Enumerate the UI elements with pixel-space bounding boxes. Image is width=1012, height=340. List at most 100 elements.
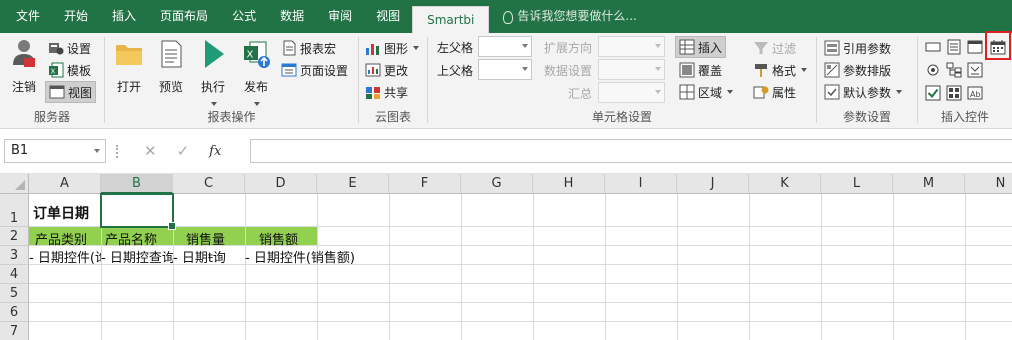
tab-formulas[interactable]: 公式 — [220, 0, 268, 33]
format-dropdown-icon[interactable] — [801, 68, 808, 72]
column-header-g[interactable]: G — [461, 174, 533, 194]
tab-insert[interactable]: 插入 — [100, 0, 148, 33]
column-header-h[interactable]: H — [533, 174, 605, 194]
row-header-5[interactable]: 5 — [0, 284, 29, 303]
column-header-k[interactable]: K — [749, 174, 821, 194]
column-header-e[interactable]: E — [317, 174, 389, 194]
cell-c2[interactable]: 销售量 — [186, 229, 225, 248]
radio-control-icon[interactable] — [925, 62, 941, 78]
textbox-control-icon[interactable] — [925, 39, 941, 55]
region-dropdown-icon[interactable] — [727, 90, 734, 94]
publish-button[interactable]: X 发布 — [236, 37, 276, 109]
insert-button[interactable]: 插入 — [675, 36, 727, 58]
column-header-l[interactable]: L — [821, 174, 893, 194]
insert-function-icon[interactable]: fx — [209, 144, 221, 159]
chart-dropdown-icon[interactable] — [413, 46, 420, 50]
checkbox-control-icon[interactable] — [925, 85, 941, 101]
row-header-1[interactable]: 1 — [0, 194, 29, 227]
publish-dropdown-icon[interactable] — [254, 102, 260, 106]
execute-button[interactable]: 执行 — [193, 37, 233, 109]
expand-direction-select[interactable] — [598, 36, 665, 57]
tab-home[interactable]: 开始 — [52, 0, 100, 33]
grid-control-icon[interactable] — [946, 85, 962, 101]
column-header-m[interactable]: M — [893, 174, 965, 194]
macro-icon — [283, 40, 296, 56]
cell-b3[interactable]: - 日期控查询 — [101, 247, 173, 266]
tab-view[interactable]: 视图 — [364, 0, 412, 33]
confirm-icon[interactable]: ✓ — [177, 142, 190, 160]
column-header-j[interactable]: J — [677, 174, 749, 194]
left-parent-select[interactable] — [478, 36, 532, 57]
logout-button[interactable]: 注销 — [6, 37, 42, 95]
summary-select[interactable] — [598, 82, 665, 103]
column-header-d[interactable]: D — [245, 174, 317, 194]
column-header-a[interactable]: A — [29, 174, 101, 194]
template-button[interactable]: X 模板 — [48, 59, 91, 81]
summary-label: 汇总 — [568, 87, 593, 101]
execute-dropdown-icon[interactable] — [211, 102, 217, 106]
cell-d2[interactable]: 销售额 — [259, 229, 298, 248]
chart-button[interactable]: 图形 — [365, 37, 420, 59]
active-cell-selection[interactable] — [100, 193, 176, 230]
view-button[interactable]: 视图 — [45, 81, 97, 103]
dropdown-tree-control-icon[interactable] — [967, 62, 983, 78]
tell-me-box[interactable]: 告诉我您想要做什么... — [489, 0, 637, 33]
name-box[interactable]: B1 — [4, 139, 106, 163]
format-button[interactable]: 格式 — [753, 59, 808, 81]
column-header-b[interactable]: B — [101, 174, 173, 194]
formula-input[interactable] — [250, 139, 1012, 163]
column-header-f[interactable]: F — [389, 174, 461, 194]
text-label-control-icon[interactable]: Ab — [967, 85, 983, 101]
row-header-6[interactable]: 6 — [0, 303, 29, 322]
up-parent-select[interactable] — [478, 59, 532, 80]
tab-smartbi[interactable]: Smartbi — [412, 6, 490, 33]
column-header-n[interactable]: N — [965, 174, 1012, 194]
row-header-2[interactable]: 2 — [0, 227, 29, 246]
row-header-7[interactable]: 7 — [0, 322, 29, 340]
tab-file[interactable]: 文件 — [0, 0, 52, 33]
settings-button[interactable]: 设置 — [48, 37, 91, 59]
tree-control-icon[interactable] — [946, 62, 962, 78]
preview-button[interactable]: 预览 — [151, 37, 191, 95]
formula-bar-resize-handle[interactable] — [116, 145, 119, 158]
default-param-dropdown-icon[interactable] — [896, 90, 903, 94]
row-header-3[interactable]: 3 — [0, 246, 29, 265]
filter-button[interactable]: 过滤 — [753, 37, 796, 59]
row-header-4[interactable]: 4 — [0, 265, 29, 284]
share-button[interactable]: 共享 — [365, 81, 408, 103]
cell-a2[interactable]: 产品类别 — [35, 229, 87, 248]
template-label: 模板 — [67, 63, 92, 78]
cell-a1[interactable]: 订单日期 — [33, 203, 89, 223]
data-setting-select[interactable] — [598, 59, 665, 80]
update-chart-button[interactable]: 更改 — [365, 59, 408, 81]
cell-b2[interactable]: 产品名称 — [105, 229, 157, 248]
region-button[interactable]: 区域 — [679, 81, 734, 103]
default-param-button[interactable]: 默认参数 — [824, 81, 903, 103]
chevron-down-icon[interactable] — [94, 149, 100, 153]
cancel-icon[interactable]: ✕ — [144, 142, 157, 160]
report-macro-button[interactable]: 报表宏 — [281, 37, 336, 59]
cell-d3[interactable]: - 日期控件(销售额) — [245, 247, 355, 266]
panel-control-icon[interactable] — [967, 39, 983, 55]
region-label: 区域 — [698, 85, 723, 100]
listbox-control-icon[interactable] — [946, 39, 962, 55]
tab-page-layout[interactable]: 页面布局 — [148, 0, 220, 33]
overwrite-button[interactable]: 覆盖 — [679, 59, 722, 81]
column-header-c[interactable]: C — [173, 174, 245, 194]
column-header-i[interactable]: I — [605, 174, 677, 194]
reference-param-button[interactable]: 引用参数 — [824, 37, 891, 59]
select-all-corner[interactable] — [0, 174, 29, 194]
logout-label: 注销 — [11, 80, 36, 94]
open-button[interactable]: 打开 — [109, 37, 149, 95]
param-layout-button[interactable]: 参数排版 — [824, 59, 891, 81]
tab-review[interactable]: 审阅 — [316, 0, 364, 33]
tab-data[interactable]: 数据 — [268, 0, 316, 33]
cell-a3[interactable]: - 日期控件(询 — [29, 247, 101, 266]
play-icon — [205, 40, 224, 68]
chevron-down-icon — [522, 44, 528, 48]
group-server-label: 服务器 — [33, 110, 70, 124]
spreadsheet-grid[interactable]: A B C D E F G H I J K L M N 1 2 3 4 5 6 … — [0, 174, 1012, 340]
property-button[interactable]: 属性 — [753, 81, 796, 103]
page-setup-button[interactable]: 页面设置 — [281, 59, 348, 81]
cell-c3[interactable]: - 日期ŧ询 — [173, 247, 245, 266]
